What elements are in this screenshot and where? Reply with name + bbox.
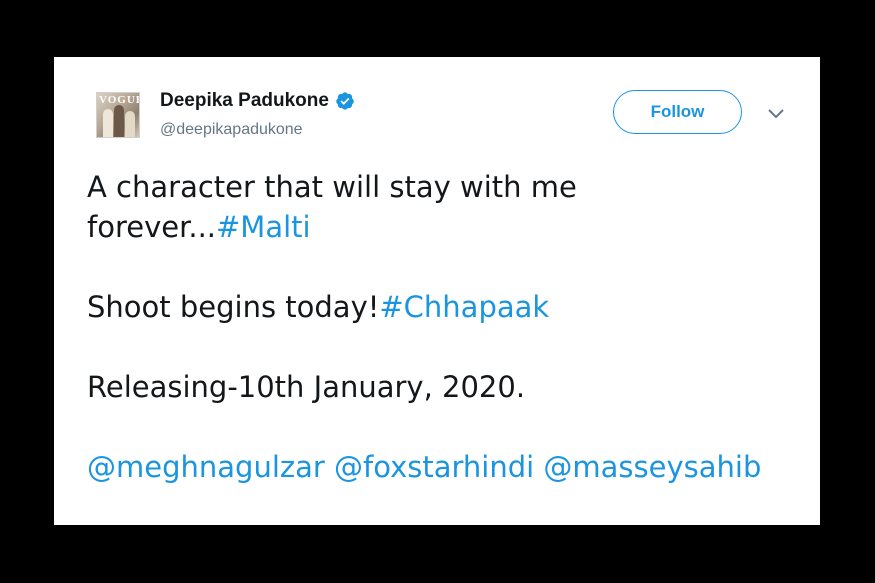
tweet-body: A character that will stay with me forev…	[87, 167, 787, 525]
avatar[interactable]: VOGUE	[96, 92, 140, 138]
mention-link-foxstarhindi[interactable]: @foxstarhindi	[334, 450, 534, 484]
verified-badge-icon	[336, 92, 354, 110]
avatar-figure	[114, 105, 124, 137]
tweet-text-line: A character that will stay with me forev…	[87, 170, 577, 244]
avatar-figure	[125, 111, 135, 137]
author-display-name[interactable]: Deepika Padukone	[160, 90, 329, 112]
tweet-text-line: Releasing-10th January, 2020.	[87, 370, 526, 404]
author-handle[interactable]: @deepikapadukone	[160, 121, 303, 139]
mention-link-masseysahib[interactable]: @masseysahib	[543, 450, 761, 484]
tweet-text-line: Shoot begins today!	[87, 290, 380, 324]
mention-link-meghnagulzar[interactable]: @meghnagulzar	[87, 450, 325, 484]
follow-button[interactable]: Follow	[613, 90, 742, 134]
tweet-paragraph: @meghnagulzar @foxstarhindi @masseysahib	[87, 447, 787, 487]
tweet-paragraph: Releasing-10th January, 2020.	[87, 367, 787, 407]
chevron-down-icon[interactable]	[766, 107, 786, 121]
tweet-paragraph: Shoot begins today!#Chhapaak	[87, 287, 787, 327]
author-name-row: Deepika Padukone	[160, 90, 355, 112]
tweet-card: VOGUE Deepika Padukone @deepikapadukone …	[54, 57, 820, 525]
hashtag-link-malti[interactable]: #Malti	[216, 210, 311, 244]
avatar-figure	[103, 109, 113, 137]
tweet-paragraph: A character that will stay with me forev…	[87, 167, 787, 247]
hashtag-link-chhapaak[interactable]: #Chhapaak	[379, 290, 549, 324]
